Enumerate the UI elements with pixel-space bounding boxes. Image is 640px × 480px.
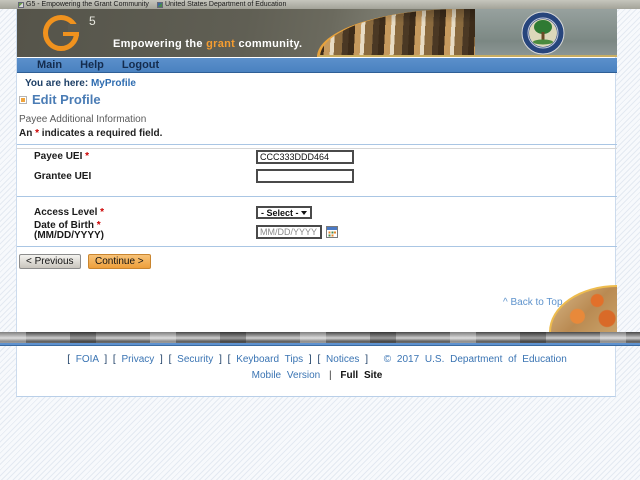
page-title: Edit Profile — [19, 92, 101, 107]
browser-tab-g5-title: G5 - Empowering the Grant Community — [26, 1, 149, 8]
tagline-grant-highlight: grant — [206, 38, 236, 50]
breadcrumb: You are here: MyProfile — [25, 78, 136, 89]
payee-uei-label: Payee UEI * — [34, 151, 90, 162]
grantee-uei-input[interactable] — [256, 169, 354, 183]
browser-tab-ed[interactable]: United States Department of Education — [156, 1, 287, 8]
footer-link-privacy[interactable]: Privacy — [121, 354, 154, 365]
separator — [17, 144, 617, 145]
metal-divider-photo — [0, 332, 640, 343]
grantee-uei-label: Grantee UEI — [34, 171, 92, 182]
browser-tab-ed-title: United States Department of Education — [164, 1, 287, 8]
browser-tab-bar: G5 - Empowering the Grant Community Unit… — [0, 0, 640, 9]
nav-help[interactable]: Help — [80, 59, 104, 71]
banner-tagline: Empowering the grant community. — [113, 38, 303, 50]
payee-uei-input[interactable] — [256, 150, 354, 164]
section-title: Payee Additional Information — [19, 114, 147, 125]
required-field-note: An * indicates a required field. — [19, 128, 163, 139]
classroom-corner-photo — [549, 285, 617, 332]
separator — [17, 196, 617, 197]
dob-input[interactable] — [256, 225, 322, 239]
browser-tab-g5[interactable]: G5 - Empowering the Grant Community — [18, 1, 149, 8]
nav-logout[interactable]: Logout — [122, 59, 159, 71]
g5-favicon-icon — [18, 1, 24, 8]
footer-link-security[interactable]: Security — [177, 354, 213, 365]
footer-link-notices[interactable]: Notices — [326, 354, 359, 365]
access-level-select[interactable]: - Select - — [256, 206, 312, 219]
copyright-text: © 2017 U.S. Department of Education — [383, 354, 567, 365]
footer-link-keyboard-tips[interactable]: Keyboard Tips — [236, 354, 303, 365]
ed-favicon-icon — [156, 1, 163, 8]
mobile-version-link[interactable]: Mobile Version — [252, 370, 321, 381]
dept-of-education-seal-icon — [521, 11, 565, 55]
chevron-down-icon — [301, 210, 307, 215]
back-to-top-link[interactable]: ^ Back to Top — [503, 297, 563, 308]
dob-format-label: (MM/DD/YYYY) — [34, 230, 104, 241]
g5-logo-number: 5 — [89, 14, 97, 28]
required-asterisk: * — [85, 151, 90, 162]
bullet-square-icon — [19, 95, 27, 104]
previous-button[interactable]: < Previous — [19, 254, 81, 269]
separator — [17, 246, 617, 247]
required-asterisk: * — [100, 207, 105, 218]
footer-link-foia[interactable]: FOIA — [76, 354, 99, 365]
nav-main[interactable]: Main — [37, 59, 62, 71]
library-photo — [317, 9, 477, 57]
main-nav-bar: Main Help Logout — [17, 58, 617, 73]
footer-links-row: [ FOIA ] [ Privacy ] [ Security ] [ Keyb… — [67, 354, 567, 365]
access-level-label: Access Level * — [34, 207, 105, 218]
continue-button[interactable]: Continue > — [88, 254, 151, 269]
access-level-selected-value: - Select - — [261, 207, 299, 218]
breadcrumb-myprofile-link[interactable]: MyProfile — [91, 78, 136, 89]
separator — [17, 148, 617, 149]
g5-edit-profile-screen: G5 - Empowering the Grant Community Unit… — [0, 0, 640, 480]
blue-divider-line — [0, 343, 640, 346]
full-site-link[interactable]: Full Site — [340, 370, 382, 381]
g5-logo — [43, 15, 80, 51]
footer-version-row: Mobile Version | Full Site — [251, 370, 383, 381]
calendar-icon[interactable] — [326, 226, 338, 238]
g5-header-banner: 5 Empowering the grant community. — [17, 9, 617, 57]
